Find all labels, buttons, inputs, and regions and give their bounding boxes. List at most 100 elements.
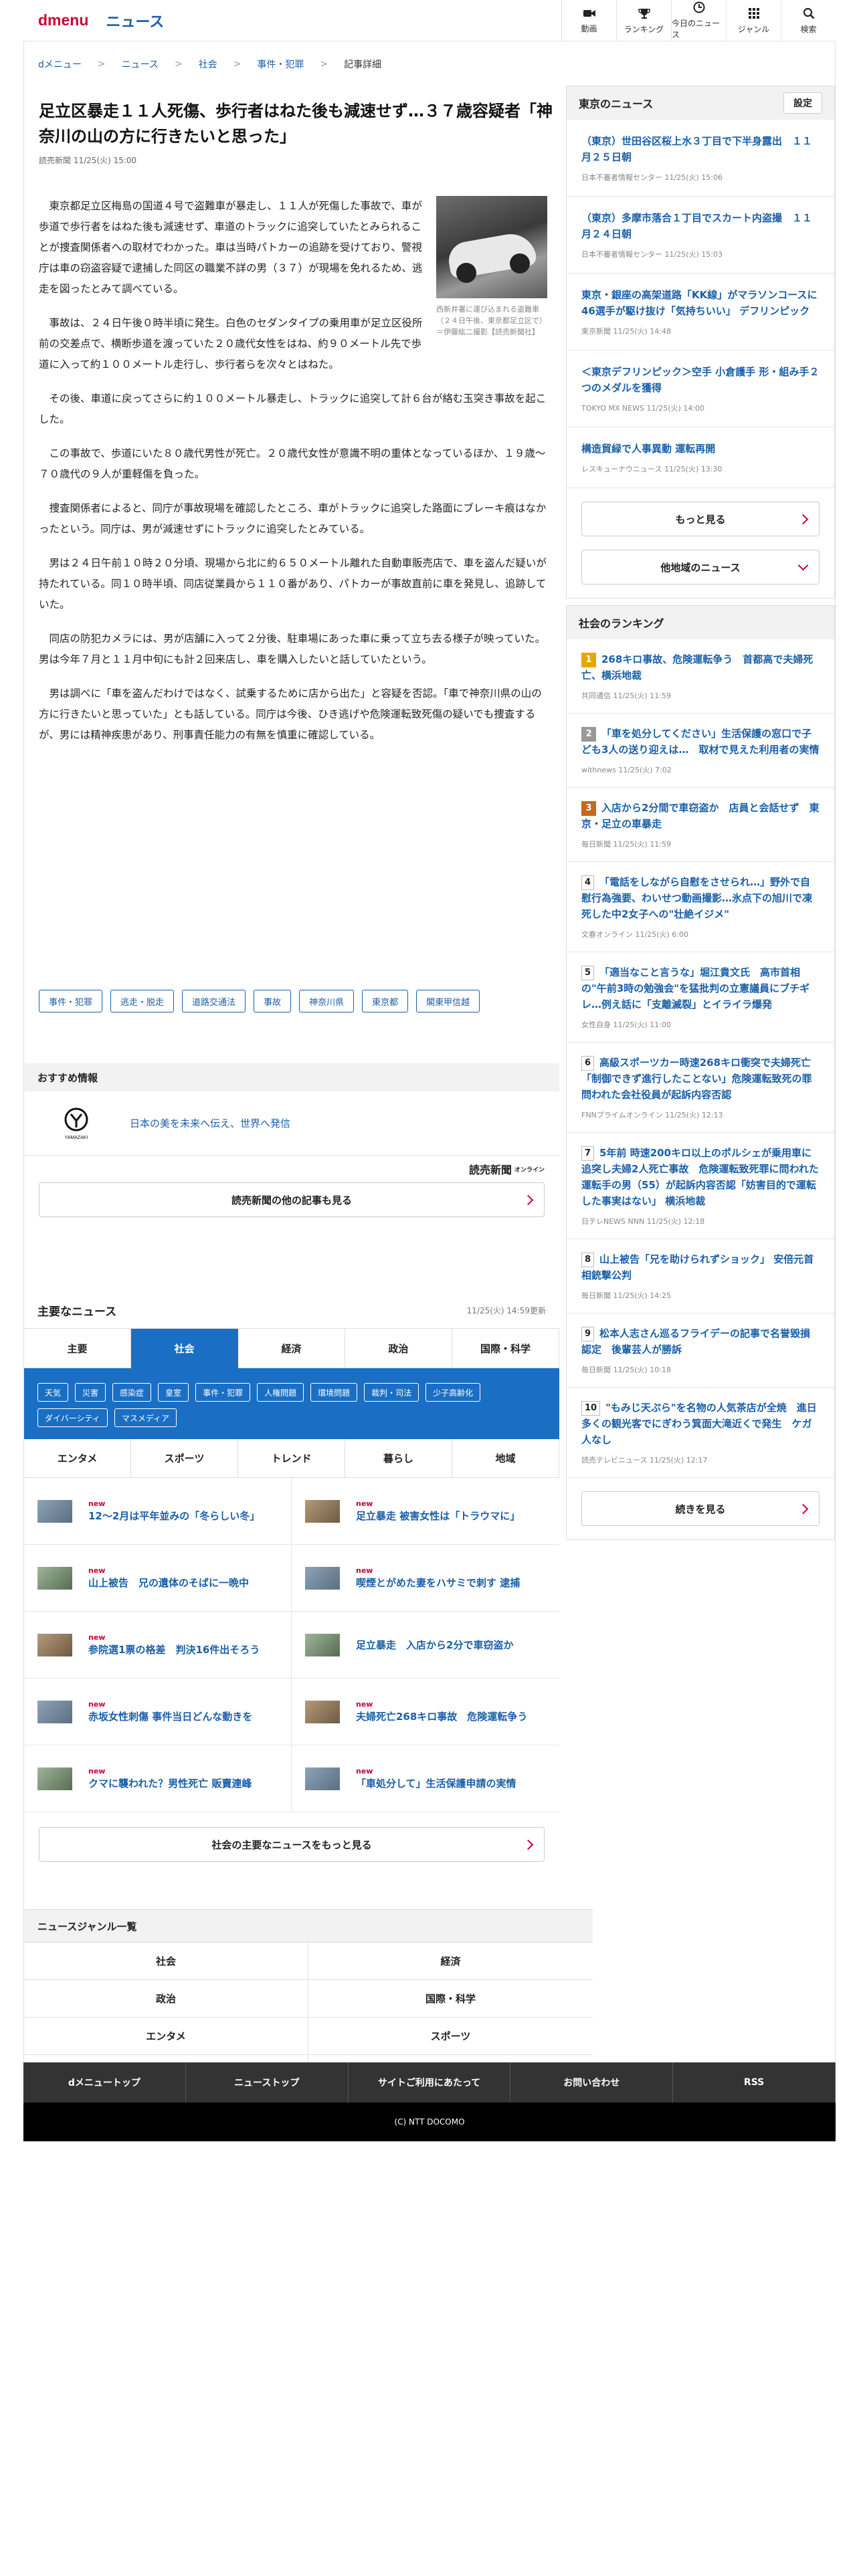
other-region-button[interactable]: 他地域のニュース <box>581 550 820 584</box>
ranking-item[interactable]: 2 「車を処分してください」生活保護の窓口で子ども3人の送り迎えは… 取材で見えた… <box>567 714 834 788</box>
tokyo-news-source: 日本不審者情報センター <box>581 250 662 259</box>
ranking-item[interactable]: 3 入店から2分間で車窃盗か 店員と会話せず 東京・足立の車暴走 毎日新聞 11/2… <box>567 788 834 862</box>
ranking-source: 毎日新聞 <box>581 1366 611 1374</box>
genre-link[interactable]: 国際・科学 <box>308 1980 593 2018</box>
subtag-link[interactable]: マスメディア <box>114 1408 177 1427</box>
ranking-item[interactable]: 9 松本人志さん巡るフライデーの記事で名誉毀損認定 後輩芸人が勝訴 毎日新聞 11/… <box>567 1313 834 1388</box>
nav-today[interactable]: 今日のニュース <box>671 0 726 41</box>
tab-entertainment[interactable]: エンタメ <box>24 1439 131 1478</box>
news-item[interactable]: new クマに襲われた？男性死亡 販賣連峰 <box>24 1745 292 1812</box>
tab-society[interactable]: 社会 <box>131 1329 238 1368</box>
subtag-link[interactable]: 裁判・司法 <box>364 1383 419 1402</box>
tab-main[interactable]: 主要 <box>24 1329 131 1368</box>
article-photo[interactable]: 西新井署に運び込まれる盗難車（２４日午後、東京都足立区で）＝伊藤紘二撮影【読売新… <box>436 196 547 338</box>
subtag-link[interactable]: 天気 <box>37 1383 69 1402</box>
breadcrumb-news[interactable]: ニュース <box>122 58 159 71</box>
dmenu-logo[interactable]: dmenu <box>38 11 88 29</box>
news-item[interactable]: new 「車処分して」生活保護申請の実情 <box>292 1745 559 1812</box>
news-item[interactable]: new 夫婦死亡268キロ事故 危険運転争う <box>292 1679 559 1745</box>
ranking-item[interactable]: 10 "もみじ天ぷら"を名物の人気茶店が全焼 進日多くの観光客でにぎわう箕面大滝近… <box>567 1388 834 1478</box>
breadcrumb-crime[interactable]: 事件・犯罪 <box>257 58 304 71</box>
ranking-item[interactable]: 4 「電話をしながら自慰をさせられ…」野外で自慰行為強要、わいせつ動画撮影…氷点下… <box>567 862 834 952</box>
news-item[interactable]: new 参院選1票の格差 判決16件出そろう <box>24 1612 292 1679</box>
tab-trend[interactable]: トレンド <box>238 1439 345 1478</box>
ranking-headline: 山上被告「兄を助けられずショック」 安倍元首相銃撃公判 <box>581 1253 814 1281</box>
article-paragraph: 捜査関係者によると、同庁が事故現場を確認したところ、車がトラックに追突した路面に… <box>39 502 547 535</box>
tokyo-news-time: 11/25(火) 13:30 <box>664 465 723 473</box>
main-news-updated: 11/25(火) 14:59更新 <box>466 1305 546 1315</box>
tokyo-more-button[interactable]: もっと見る <box>581 502 820 536</box>
subtag-link[interactable]: 人権問題 <box>257 1383 304 1402</box>
settings-button[interactable]: 設定 <box>783 92 822 114</box>
tab-economy[interactable]: 経済 <box>238 1329 345 1368</box>
subtag-link[interactable]: 災害 <box>75 1383 106 1402</box>
genre-link[interactable]: 政治 <box>24 1980 308 2018</box>
footer-link-rss[interactable]: RSS <box>673 2062 836 2103</box>
tab-politics[interactable]: 政治 <box>345 1329 452 1368</box>
subtag-link[interactable]: 事件・犯罪 <box>195 1383 251 1402</box>
footer-link-terms[interactable]: サイトご利用にあたって <box>349 2062 511 2103</box>
main-news-tabs-secondary: エンタメ スポーツ トレンド 暮らし 地域 <box>24 1439 559 1478</box>
tag-link[interactable]: 神奈川県 <box>299 990 355 1012</box>
footer-link-news-top[interactable]: ニューストップ <box>186 2062 349 2103</box>
news-item[interactable]: new 喫煙とがめた妻をハサミで刺す 逮捕 <box>292 1545 559 1612</box>
ranking-item[interactable]: 1 268キロ事故、危険運転争う 首都高で夫婦死亡、横浜地裁 共同通信 11/25(… <box>567 639 834 714</box>
news-item[interactable]: new 山上被告 兄の遺体のそばに一晩中 <box>24 1545 292 1612</box>
ranking-item[interactable]: 7 5年前 時速200キロ以上のポルシェが乗用車に追突し夫婦2人死亡事故 危険運転… <box>567 1133 834 1239</box>
genre-link[interactable]: スポーツ <box>308 2018 593 2055</box>
news-item[interactable]: new 足立暴走 被害女性は「トラウマに」 <box>292 1478 559 1545</box>
ranking-item[interactable]: 8 山上被告「兄を助けられずショック」 安倍元首相銃撃公判 毎日新聞 11/25(火… <box>567 1239 834 1313</box>
footer-link-dmenu-top[interactable]: dメニュートップ <box>23 2062 186 2103</box>
tokyo-news-item[interactable]: （東京）世田谷区桜上水３丁目で下半身露出 １１月２５日朝 日本不審者情報センター … <box>567 120 834 197</box>
main-news-more-button[interactable]: 社会の主要なニュースをもっと見る <box>39 1827 545 1862</box>
tab-local[interactable]: 地域 <box>452 1439 559 1478</box>
yomiuri-more-button[interactable]: 読売新聞の他の記事も見る <box>39 1182 545 1217</box>
recommended-item[interactable]: YAMAZAKI 日本の美を未来へ伝え、世界へ発信 <box>24 1091 559 1156</box>
tab-life[interactable]: 暮らし <box>345 1439 452 1478</box>
new-badge: new <box>88 1499 106 1508</box>
tag-link[interactable]: 道路交通法 <box>182 990 246 1012</box>
news-headline: クマに襲われた？男性死亡 販賣連峰 <box>88 1777 252 1790</box>
news-site-title[interactable]: ニュース <box>106 10 164 31</box>
tag-link[interactable]: 事件・犯罪 <box>39 990 103 1012</box>
tag-link[interactable]: 事故 <box>254 990 292 1012</box>
subtag-link[interactable]: ダイバーシティ <box>37 1408 108 1427</box>
news-item[interactable]: new 赤坂女性刺傷 事件当日どんな動きを <box>24 1679 292 1745</box>
article-photo-image[interactable] <box>436 196 547 298</box>
tokyo-news-item[interactable]: 構造貿緑で人事異動 運転再開 レスキューナウニュース 11/25(火) 13:30 <box>567 427 834 488</box>
tab-sports[interactable]: スポーツ <box>131 1439 238 1478</box>
tokyo-news-item[interactable]: 東京・銀座の高架道路「KK線」がマラソンコースに 46選手が駆け抜け「気持ちいい… <box>567 274 834 350</box>
ranking-more-button[interactable]: 続きを見る <box>581 1491 820 1526</box>
news-thumbnail <box>37 1700 72 1723</box>
tag-link[interactable]: 閣東甲信越 <box>416 990 480 1012</box>
tokyo-news-item[interactable]: （東京）多摩市落合１丁目でスカート内盗撮 １１月２４日朝 日本不審者情報センター … <box>567 197 834 274</box>
tag-link[interactable]: 逃走・脱走 <box>110 990 175 1012</box>
ranking-headline: 松本人志さん巡るフライデーの記事で名誉毀損認定 後輩芸人が勝訴 <box>581 1327 811 1356</box>
tab-international[interactable]: 国際・科学 <box>452 1329 559 1368</box>
nav-search[interactable]: 検索 <box>781 0 836 41</box>
nav-video[interactable]: 動画 <box>561 0 616 41</box>
ranking-item[interactable]: 6 高級スポーツカー時速268キロ衝突で夫婦死亡「制御できず進行したことない」危険… <box>567 1043 834 1133</box>
subtag-link[interactable]: 感染症 <box>112 1383 152 1402</box>
breadcrumb-dmenu[interactable]: dメニュー <box>38 58 82 71</box>
subtag-link[interactable]: 少子高齢化 <box>425 1383 481 1402</box>
news-item[interactable]: new 12～2月は平年並みの「冬らしい冬」 <box>24 1478 292 1545</box>
ranking-item[interactable]: 5 「適当なこと言うな」堀江貴文氏 高市首相の"午前3時の勉強会"を猛批判の立憲議… <box>567 952 834 1043</box>
tokyo-news-item[interactable]: ＜東京デフリンピック＞空手 小倉護手 形・組み手２つのメダルを獲得 TOKYO M… <box>567 350 834 427</box>
nav-ranking[interactable]: ランキング <box>616 0 671 41</box>
genre-link[interactable]: 経済 <box>308 1943 593 1980</box>
genre-link[interactable]: 社会 <box>24 1943 308 1980</box>
yomiuri-more-wrap: 読売新聞の他の記事も見る <box>24 1182 559 1229</box>
nav-video-label: 動画 <box>581 23 597 33</box>
new-badge: new <box>356 1699 373 1709</box>
subtag-link[interactable]: 皇室 <box>158 1383 189 1402</box>
genre-link[interactable]: エンタメ <box>24 2018 308 2055</box>
subtag-link[interactable]: 環境問題 <box>310 1383 358 1402</box>
article-paragraph: その後、車道に戻ってさらに約１００メートル暴走し、トラックに追突して計６台が絡む… <box>39 393 547 425</box>
tag-link[interactable]: 東京都 <box>362 990 409 1012</box>
ranking-time: 11/25(火) 12:18 <box>646 1217 705 1226</box>
breadcrumb-society[interactable]: 社会 <box>199 58 217 71</box>
footer-link-contact[interactable]: お問い合わせ <box>510 2062 674 2103</box>
nav-genre[interactable]: ジャンル <box>726 0 781 41</box>
news-item[interactable]: 足立暴走 入店から2分で車窃盗か <box>292 1612 559 1679</box>
